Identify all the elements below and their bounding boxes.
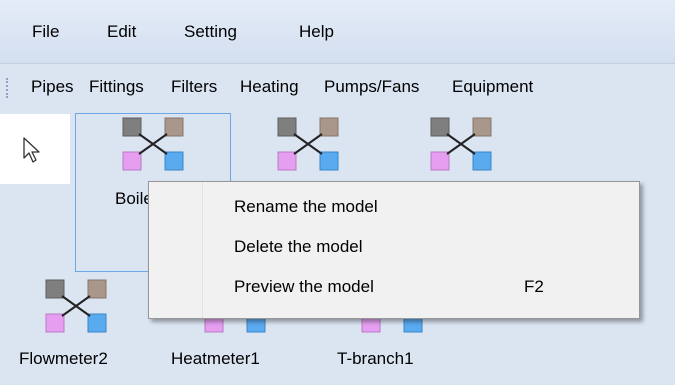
pointer-tool[interactable] <box>0 114 70 184</box>
crossed-squares-icon[interactable] <box>429 116 493 172</box>
model-label-heatmeter1[interactable]: Heatmeter1 <box>171 349 260 369</box>
category-toolbar: Pipes Fittings Filters Heating Pumps/Fan… <box>0 64 675 109</box>
model-label-t-branch1[interactable]: T-branch1 <box>337 349 414 369</box>
context-menu-gutter <box>149 182 203 318</box>
crossed-squares-icon[interactable] <box>121 116 185 172</box>
rename-model-menu-item[interactable]: Rename the model <box>234 197 378 217</box>
menu-file[interactable]: File <box>32 22 59 42</box>
tab-fittings[interactable]: Fittings <box>89 77 144 97</box>
menu-edit[interactable]: Edit <box>107 22 136 42</box>
tab-pipes[interactable]: Pipes <box>31 77 74 97</box>
tab-filters[interactable]: Filters <box>171 77 217 97</box>
arrow-pointer-icon <box>23 137 40 163</box>
menu-bar: File Edit Setting Help <box>0 0 675 64</box>
tab-pumps-fans[interactable]: Pumps/Fans <box>324 77 419 97</box>
menu-help[interactable]: Help <box>299 22 334 42</box>
context-menu: Rename the model Delete the model Previe… <box>148 181 640 319</box>
tab-heating[interactable]: Heating <box>240 77 299 97</box>
menu-setting[interactable]: Setting <box>184 22 237 42</box>
preview-model-menu-item[interactable]: Preview the model <box>234 277 374 297</box>
toolbar-grip[interactable] <box>6 78 11 98</box>
preview-shortcut: F2 <box>524 277 544 296</box>
tab-equipment[interactable]: Equipment <box>452 77 533 97</box>
delete-model-menu-item[interactable]: Delete the model <box>234 237 363 257</box>
crossed-squares-icon[interactable] <box>44 278 108 334</box>
crossed-squares-icon[interactable] <box>276 116 340 172</box>
model-label-flowmeter2[interactable]: Flowmeter2 <box>19 349 108 369</box>
